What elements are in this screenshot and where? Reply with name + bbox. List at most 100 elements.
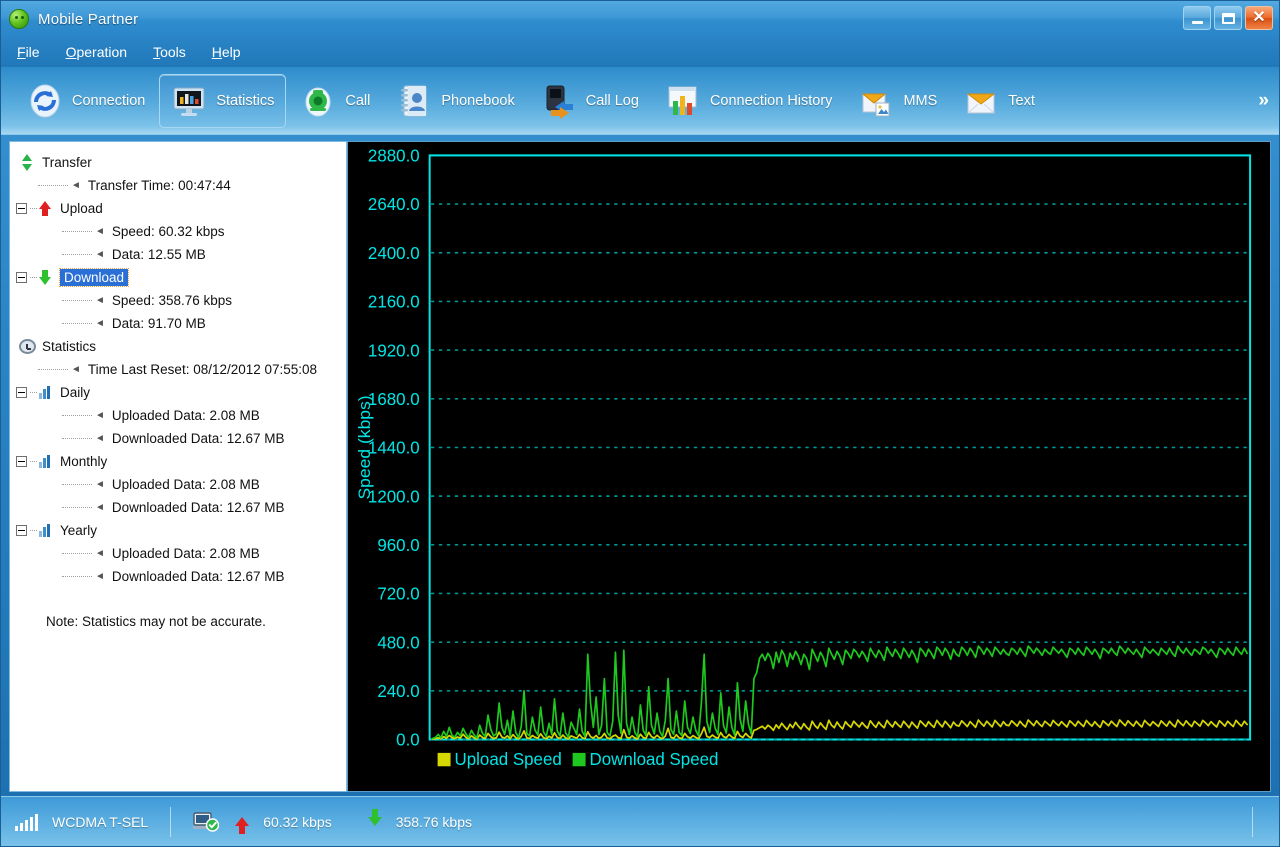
svg-text:240.0: 240.0 <box>377 681 419 701</box>
tree-leaf-marker: ◄ <box>95 410 105 421</box>
tree-connector <box>62 323 92 324</box>
connection-history-chart-icon <box>665 83 701 119</box>
tree-node-label: Transfer Time: 00:47:44 <box>87 178 231 193</box>
menu-file[interactable]: File <box>17 44 40 60</box>
tree-connector <box>62 507 92 508</box>
tree-connector <box>62 576 92 577</box>
tree-collapse-icon[interactable] <box>16 272 27 283</box>
statistics-tree-pane[interactable]: Transfer ◄ Transfer Time: 00:47:44 Upload ◄ S… <box>9 141 347 792</box>
tree-node[interactable]: Download <box>16 266 346 289</box>
toolbar-button-connection[interactable]: Connection <box>15 74 157 128</box>
tree-node[interactable]: Daily <box>16 381 346 404</box>
tree-leaf[interactable]: ◄ Uploaded Data: 2.08 MB <box>16 404 346 427</box>
signal-bars-icon <box>15 813 38 831</box>
tree-connector <box>62 300 92 301</box>
tree-connector <box>30 461 37 462</box>
toolbar-button-statistics[interactable]: Statistics <box>159 73 287 128</box>
bar-chart-icon <box>37 522 54 539</box>
tree-leaf[interactable]: ◄ Data: 91.70 MB <box>16 312 346 335</box>
tree-leaf[interactable]: ◄ Downloaded Data: 12.67 MB <box>16 427 346 450</box>
toolbar-button-connection-history[interactable]: Connection History <box>653 74 845 128</box>
status-divider-1 <box>170 806 172 837</box>
tree-leaf-marker: ◄ <box>95 295 105 306</box>
svg-text:1920.0: 1920.0 <box>368 340 420 360</box>
toolbar-button-label: MMS <box>903 92 938 109</box>
transfer-arrows-icon <box>19 154 36 171</box>
close-icon: ✕ <box>1252 9 1266 26</box>
tree-leaf[interactable]: ◄ Downloaded Data: 12.67 MB <box>16 565 346 588</box>
tree-node-label: Speed: 358.76 kbps <box>111 293 233 308</box>
tree-node-label: Statistics <box>42 339 97 354</box>
maximize-button[interactable] <box>1214 6 1242 30</box>
menu-help[interactable]: Help <box>212 44 241 60</box>
tree-node-label: Uploaded Data: 2.08 MB <box>111 546 260 561</box>
tree-leaf-marker: ◄ <box>95 318 105 329</box>
tree-node[interactable]: Monthly <box>16 450 346 473</box>
tree-collapse-icon[interactable] <box>16 525 27 536</box>
toolbar-overflow-icon[interactable]: » <box>1258 90 1269 112</box>
toolbar-button-phonebook[interactable]: Phonebook <box>384 74 526 128</box>
tree-node-label: Uploaded Data: 2.08 MB <box>111 408 260 423</box>
tree-collapse-icon[interactable] <box>16 456 27 467</box>
tree-connector <box>30 208 37 209</box>
tree-leaf[interactable]: ◄ Transfer Time: 00:47:44 <box>16 174 346 197</box>
download-speed-status: 358.76 kbps <box>367 809 472 830</box>
toolbar-button-label: Connection <box>72 92 146 109</box>
tree-leaf[interactable]: ◄ Data: 12.55 MB <box>16 243 346 266</box>
tree-leaf[interactable]: ◄ Uploaded Data: 2.08 MB <box>16 473 346 496</box>
phonebook-contact-icon <box>396 83 432 119</box>
toolbar-button-call[interactable]: Call <box>288 74 382 128</box>
menu-tools[interactable]: Tools <box>153 44 186 60</box>
svg-text:1440.0: 1440.0 <box>368 437 420 457</box>
minimize-button[interactable] <box>1183 6 1211 30</box>
tree-leaf[interactable]: ◄ Speed: 60.32 kbps <box>16 220 346 243</box>
tree-node[interactable]: Transfer <box>16 151 346 174</box>
tree-leaf-marker: ◄ <box>95 226 105 237</box>
tree-connector <box>38 185 68 186</box>
toolbar-button-label: Text <box>1008 92 1035 109</box>
svg-text:Speed (kbps): Speed (kbps) <box>354 395 374 499</box>
tree-leaf-marker: ◄ <box>95 548 105 559</box>
tree-node-label: Transfer <box>42 155 92 170</box>
toolbar-button-call-log[interactable]: Call Log <box>529 74 651 128</box>
tree-node[interactable]: Yearly <box>16 519 346 542</box>
status-divider-2 <box>1252 806 1253 837</box>
network-label: WCDMA T-SEL <box>52 813 149 830</box>
tree-node-label: Downloaded Data: 12.67 MB <box>111 569 285 584</box>
toolbar-button-mms[interactable]: MMS <box>846 74 949 128</box>
tree-connector <box>62 254 92 255</box>
tree-collapse-icon[interactable] <box>16 387 27 398</box>
toolbar-button-text[interactable]: Text <box>951 74 1047 128</box>
close-button[interactable]: ✕ <box>1245 6 1273 30</box>
tree-leaf[interactable]: ◄ Downloaded Data: 12.67 MB <box>16 496 346 519</box>
tree-leaf[interactable]: ◄ Uploaded Data: 2.08 MB <box>16 542 346 565</box>
toolbar-button-label: Phonebook <box>441 92 515 109</box>
speed-chart: 0.0 240.0 480.0 720.0 960.0 1200.0 1440.0 1680.… <box>354 145 1252 769</box>
connection-refresh-icon <box>30 84 60 117</box>
download-speed-value: 358.76 kbps <box>395 813 472 830</box>
mms-envelope-icon <box>862 93 890 116</box>
menu-operation[interactable]: Operation <box>66 44 127 60</box>
main-toolbar: Connection Statistics Call Phonebook Cal… <box>1 67 1279 135</box>
menu-file-label: ile <box>25 44 40 60</box>
call-phone-icon <box>305 87 331 116</box>
tree-collapse-icon[interactable] <box>16 203 27 214</box>
tree-node-label: Data: 12.55 MB <box>111 247 206 262</box>
upload-speed-value: 60.32 kbps <box>263 813 332 830</box>
tree-connector <box>30 530 37 531</box>
network-status: WCDMA T-SEL <box>15 813 148 831</box>
tree-leaf[interactable]: ◄ Speed: 358.76 kbps <box>16 289 346 312</box>
statistics-note: Note: Statistics may not be accurate. <box>46 614 266 629</box>
tree-connector <box>62 438 92 439</box>
tree-leaf-marker: ◄ <box>95 433 105 444</box>
tree-connector <box>38 369 68 370</box>
tree-node[interactable]: Statistics <box>16 335 346 358</box>
tree-node-label: Data: 91.70 MB <box>111 316 206 331</box>
download-arrow-icon <box>37 269 54 286</box>
tree-node[interactable]: Upload <box>16 197 346 220</box>
tree-leaf[interactable]: ◄ Time Last Reset: 08/12/2012 07:55:08 <box>16 358 346 381</box>
mobile-partner-window: Mobile Partner ✕ File Operation Tools He… <box>0 0 1280 847</box>
phonebook-contact-icon <box>401 85 427 116</box>
connection-history-chart-icon <box>668 86 697 115</box>
text-envelope-icon <box>966 93 996 113</box>
